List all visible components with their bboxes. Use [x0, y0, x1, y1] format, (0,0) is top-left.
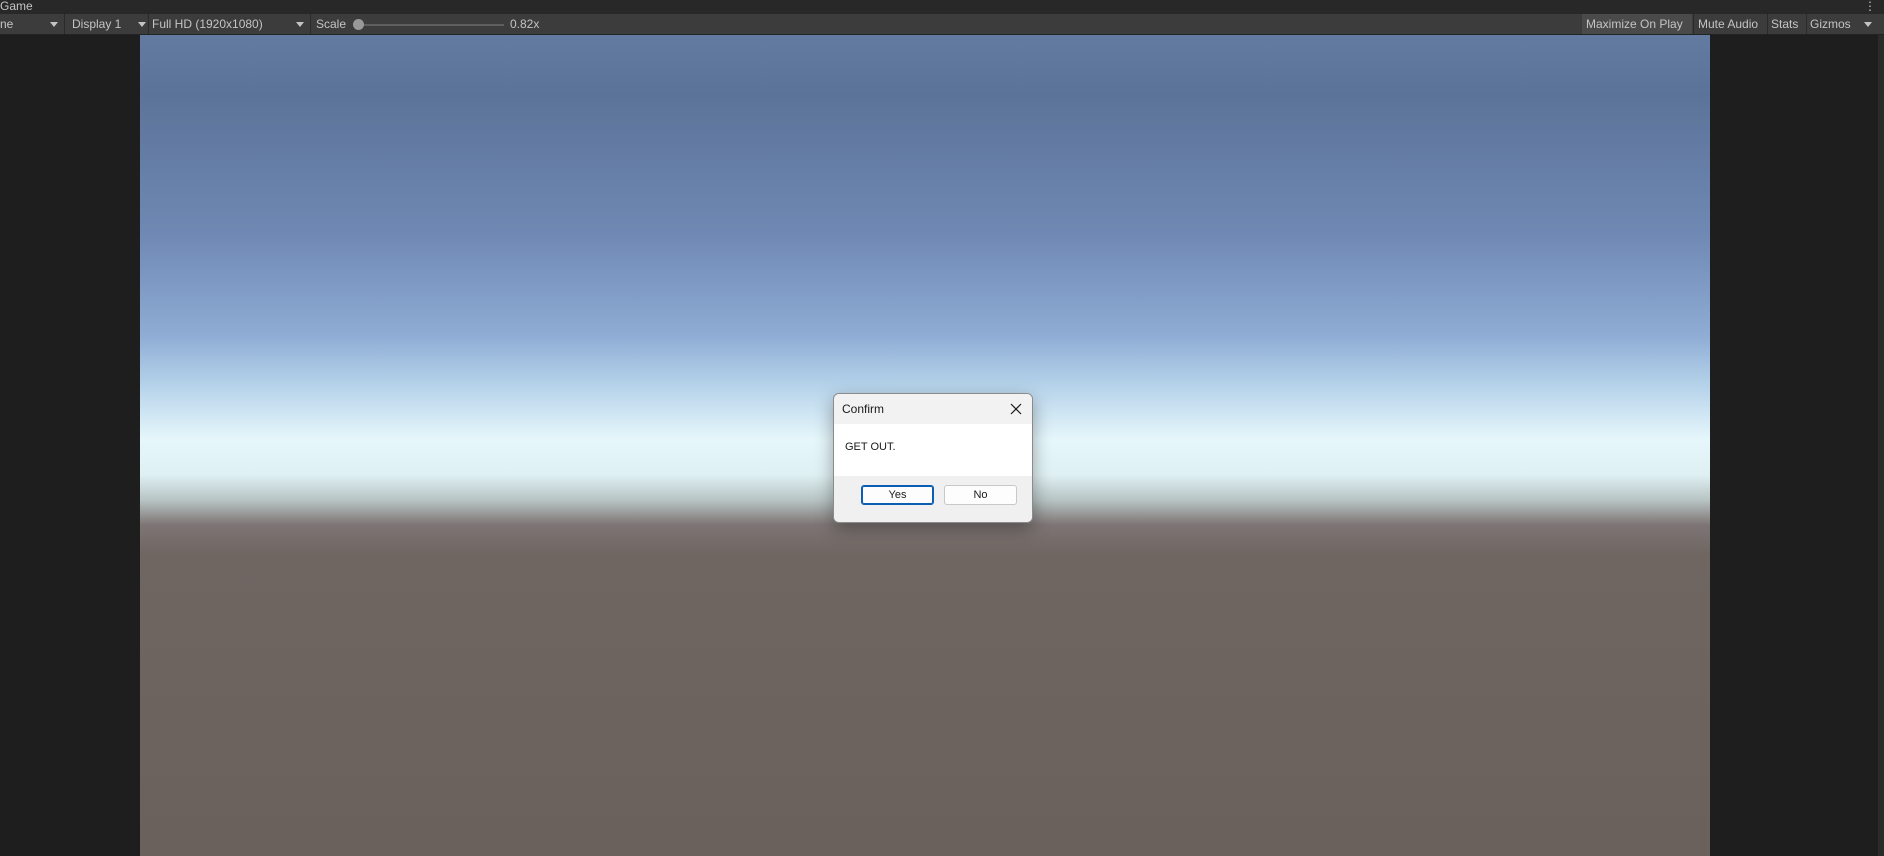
stats-toggle[interactable]: Stats — [1767, 14, 1806, 34]
dialog-body: GET OUT. — [834, 424, 1032, 476]
kebab-menu-icon[interactable]: ⋮ — [1864, 0, 1876, 12]
mute-audio-toggle[interactable]: Mute Audio — [1694, 14, 1767, 34]
chevron-down-icon — [138, 22, 146, 27]
chevron-down-icon — [1864, 22, 1872, 27]
scale-label: Scale — [316, 17, 347, 31]
chevron-down-icon — [50, 22, 58, 27]
dialog-titlebar: Confirm — [834, 394, 1032, 424]
gizmos-toggle[interactable]: Gizmos — [1806, 14, 1858, 34]
scale-slider-track[interactable] — [356, 24, 504, 26]
dialog-message: GET OUT. — [845, 441, 896, 453]
game-tab-label[interactable]: Game — [0, 0, 33, 12]
scale-value: 0.82x — [510, 17, 540, 31]
gizmos-dropdown[interactable] — [1858, 14, 1880, 34]
game-window-titlebar: Game ⋮ — [0, 0, 1884, 14]
toolbar-divider — [310, 14, 311, 34]
right-edge-strip — [1878, 35, 1884, 856]
no-button[interactable]: No — [944, 485, 1017, 505]
yes-button[interactable]: Yes — [861, 485, 934, 505]
scale-slider-thumb[interactable] — [353, 19, 364, 30]
resolution-dropdown[interactable]: Full HD (1920x1080) — [148, 14, 308, 34]
toolbar-divider — [64, 14, 65, 34]
chevron-down-icon — [296, 22, 304, 27]
resolution-dropdown-label: Full HD (1920x1080) — [152, 17, 263, 31]
display-dropdown[interactable]: Display 1 — [68, 14, 148, 34]
confirm-dialog: Confirm GET OUT. Yes No — [833, 393, 1033, 523]
display-dropdown-label: Display 1 — [72, 17, 122, 31]
game-view-toolbar: ne Display 1 Full HD (1920x1080) Scale 0… — [0, 14, 1884, 35]
dialog-footer: Yes No — [834, 476, 1032, 522]
maximize-on-play-toggle[interactable]: Maximize On Play — [1582, 14, 1692, 34]
view-mode-dropdown[interactable]: ne — [0, 14, 62, 34]
close-icon[interactable] — [1006, 399, 1026, 419]
dialog-title: Confirm — [842, 402, 885, 416]
view-mode-label: ne — [0, 17, 14, 31]
